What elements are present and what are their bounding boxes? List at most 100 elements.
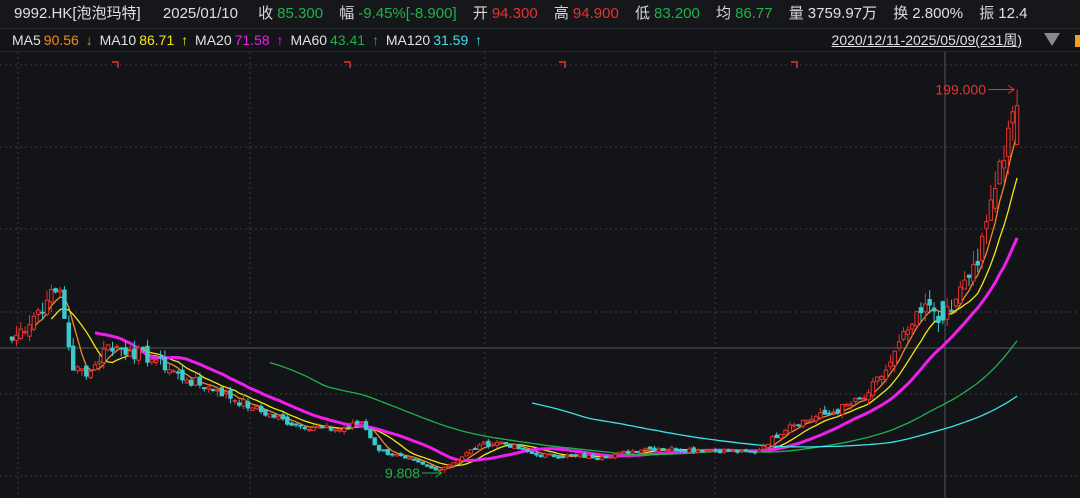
candle-up	[79, 368, 85, 371]
candle-up	[730, 449, 736, 452]
candle-down	[936, 315, 941, 324]
candle-down	[385, 448, 391, 455]
candle-up	[324, 425, 329, 428]
avg-value: 86.77	[735, 5, 773, 22]
candle-down	[355, 420, 360, 425]
candle-up	[136, 347, 141, 361]
candle-up	[739, 449, 744, 452]
candle-down	[411, 458, 417, 461]
turnover-label: 换	[893, 5, 909, 22]
candle-up	[695, 449, 701, 453]
candle-up	[608, 456, 613, 459]
candle-down	[691, 447, 696, 453]
candle-down	[595, 458, 600, 461]
date-range-selector[interactable]: 2020/12/11-2025/05/09(231周)	[832, 30, 1022, 50]
candle-up	[630, 450, 635, 454]
candle-down	[857, 397, 862, 400]
candle-down	[551, 454, 557, 457]
ma20-value: 71.58	[234, 32, 270, 48]
candle-up	[896, 341, 902, 349]
change-value: -9.45%[-8.900]	[358, 5, 457, 22]
candle-up	[438, 469, 443, 472]
candle-down	[320, 426, 325, 429]
candle-down	[752, 451, 758, 454]
candle-down	[674, 448, 679, 452]
candle-down	[302, 426, 307, 430]
ma20-arrow-icon: ↑	[276, 32, 284, 48]
candle-up	[853, 397, 858, 402]
settings-marker-icon[interactable]	[1075, 35, 1080, 47]
candle-up	[879, 376, 884, 380]
candle-down	[560, 456, 565, 459]
high-value: 94.900	[572, 5, 619, 22]
candle-down	[521, 447, 526, 450]
candle-up	[800, 419, 806, 427]
candle-up	[75, 366, 80, 372]
ma60-label: MA60	[290, 32, 328, 48]
candle-down	[748, 450, 753, 453]
candle-down	[717, 449, 723, 454]
ma10-arrow-icon: ↑	[181, 32, 189, 48]
candlestick-chart[interactable]: 199.000 9.808	[0, 0, 1080, 498]
quote-header: 9992.HK[泡泡玛特] 2025/01/10 收 85.300 幅 -9.45%…	[0, 0, 1080, 29]
candle-down	[245, 401, 251, 409]
candle-up	[359, 421, 364, 424]
candle-down	[582, 453, 587, 458]
candle-up	[944, 306, 950, 320]
candle-down	[647, 446, 653, 449]
ma20-line	[94, 237, 1019, 463]
candle-up	[875, 376, 880, 382]
candle-up	[101, 348, 106, 364]
candle-up	[813, 416, 819, 422]
candle-down	[123, 347, 128, 355]
candle-up	[22, 331, 28, 334]
ma120-value: 31.59	[433, 32, 469, 48]
candle-down	[682, 449, 688, 453]
candle-up	[477, 444, 482, 450]
candle-down	[298, 424, 303, 427]
candle-up	[861, 397, 867, 400]
ma60-line	[269, 340, 1018, 456]
max-price-label: 199.000	[935, 81, 986, 97]
candle-down	[966, 274, 972, 278]
candle-up	[901, 331, 906, 340]
candle-down	[796, 424, 801, 427]
candle-down	[573, 454, 578, 457]
candle-up	[778, 433, 784, 439]
candle-up	[914, 311, 919, 327]
candle-down	[293, 423, 299, 426]
dropdown-triangle-icon[interactable]	[1044, 33, 1060, 46]
candle-down	[280, 414, 286, 420]
candle-down	[652, 447, 657, 451]
candle-up	[770, 436, 775, 447]
amplitude-value: 12.4	[998, 5, 1028, 22]
candle-down	[328, 426, 334, 431]
candle-up	[36, 309, 41, 316]
candle-up	[171, 370, 176, 373]
candle-up	[468, 449, 474, 454]
candle-down	[188, 379, 194, 386]
candle-down	[473, 448, 478, 451]
candle-down	[424, 464, 430, 467]
volume-label: 量	[788, 5, 804, 22]
candle-up	[455, 459, 460, 464]
candle-up	[547, 453, 552, 456]
candle-down	[62, 289, 67, 319]
candle-up	[1001, 159, 1007, 169]
ma10-value: 86.71	[139, 32, 175, 48]
candle-up	[1010, 111, 1015, 124]
candle-up	[18, 328, 23, 339]
candle-down	[660, 447, 666, 451]
candle-down	[84, 365, 89, 377]
candle-up	[639, 449, 644, 454]
candle-up	[910, 323, 915, 330]
candle-up	[656, 448, 661, 452]
candle-up	[1014, 105, 1020, 145]
candle-down	[743, 449, 749, 452]
candle-down	[210, 388, 216, 391]
candle-up	[704, 449, 710, 452]
candle-up	[223, 391, 229, 395]
candle-up	[512, 444, 517, 449]
year-marker-icon	[791, 61, 798, 68]
candle-up	[848, 403, 854, 406]
